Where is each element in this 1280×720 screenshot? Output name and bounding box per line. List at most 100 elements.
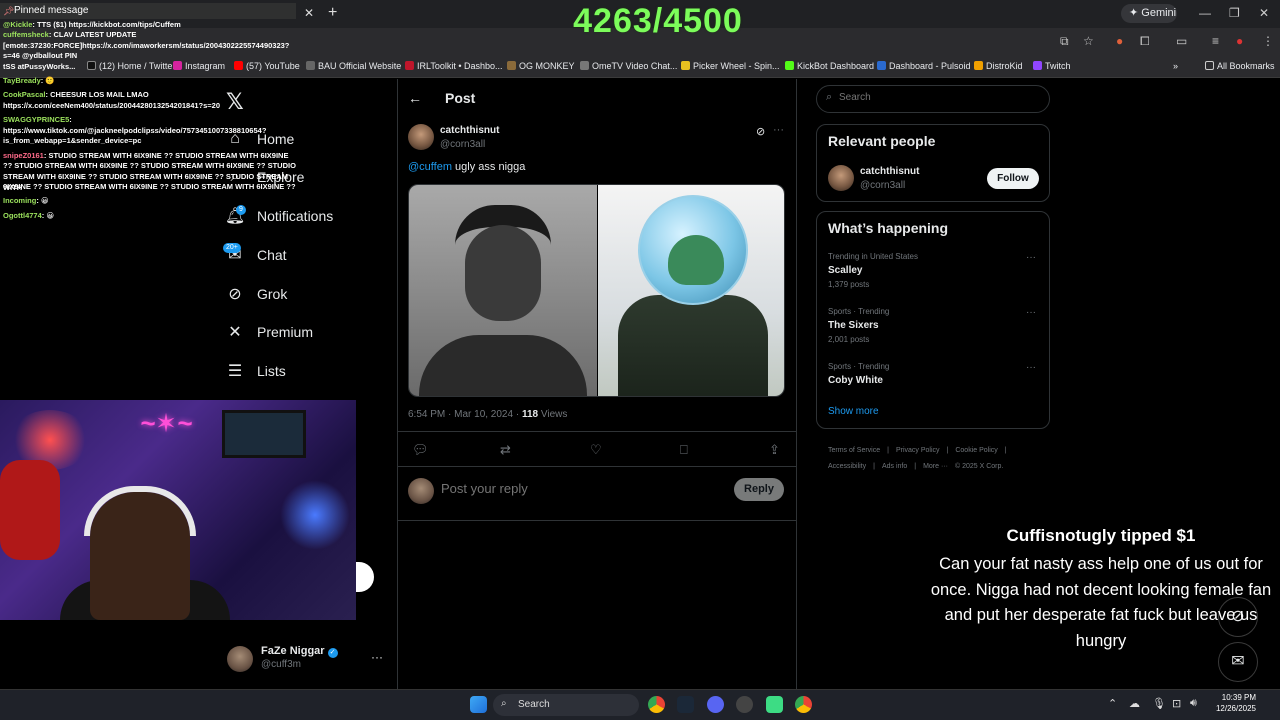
- trend-name[interactable]: Coby White: [828, 375, 883, 386]
- network-icon[interactable]: ⊡: [1172, 697, 1181, 710]
- bookmarks-overflow-icon[interactable]: »: [1173, 61, 1178, 71]
- divider: [398, 466, 796, 467]
- scroll-indicator[interactable]: [356, 562, 374, 592]
- cloud-icon[interactable]: ☁: [1129, 697, 1140, 710]
- volume-icon[interactable]: 🔊︎: [1190, 697, 1197, 710]
- show-more-link[interactable]: Show more: [828, 406, 879, 417]
- mugshot-image[interactable]: [409, 185, 597, 396]
- profile-icon[interactable]: ●: [1236, 34, 1243, 48]
- footer-link[interactable]: Terms of Service: [828, 447, 880, 454]
- windows-start-icon[interactable]: [470, 696, 487, 713]
- person-avatar[interactable]: [828, 165, 854, 191]
- reply-icon[interactable]: 💬︎: [412, 442, 429, 458]
- post-time[interactable]: 6:54 PM · Mar 10, 2024 ·: [408, 409, 522, 420]
- follow-button[interactable]: Follow: [987, 168, 1039, 189]
- cast-icon[interactable]: ⧉: [1060, 34, 1069, 49]
- nav-label: Grok: [257, 286, 288, 302]
- footer-link[interactable]: Ads info: [882, 463, 907, 470]
- like-icon[interactable]: ♡: [590, 442, 602, 458]
- taskbar-clock[interactable]: 10:39 PM 12/26/2025: [1206, 692, 1256, 714]
- more-icon[interactable]: ···: [371, 650, 383, 664]
- search-input[interactable]: [839, 92, 1019, 103]
- chat-text: : TTS ($1) https://kickbot.com/tips/Cuff…: [32, 20, 181, 29]
- reply-input[interactable]: [441, 481, 721, 496]
- webcam-feed: ~✶~: [0, 400, 356, 620]
- discord-icon[interactable]: [707, 696, 724, 713]
- chat-username: Incoming: [3, 196, 37, 205]
- fish-head: [668, 235, 724, 285]
- account-avatar[interactable]: [227, 646, 253, 672]
- bookmark-item[interactable]: KickBot Dashboard: [785, 61, 874, 71]
- bookmark-icon[interactable]: ⎕: [680, 442, 688, 458]
- post-body: ugly ass nigga: [451, 161, 526, 173]
- footer-link[interactable]: More ···: [923, 463, 948, 470]
- share-icon[interactable]: ⇪: [769, 442, 780, 458]
- footer-link[interactable]: Accessibility: [828, 463, 866, 470]
- bookmark-item[interactable]: BAU Official Website: [306, 61, 401, 71]
- more-icon[interactable]: ···: [1026, 252, 1036, 263]
- chat-username: snipeZ0161: [3, 151, 44, 160]
- reply-button[interactable]: Reply: [734, 478, 784, 501]
- mic-icon[interactable]: 🎙︎: [1152, 697, 1166, 710]
- author-name[interactable]: catchthisnut: [440, 125, 499, 136]
- chat-message: is_from_webapp=1&sender_device=pc: [3, 136, 298, 147]
- footer-separator: |: [887, 447, 889, 454]
- chat-text: : 😀: [41, 211, 55, 220]
- footer-link[interactable]: Privacy Policy: [896, 447, 940, 454]
- star-icon[interactable]: ☆: [1083, 34, 1094, 48]
- nav-lists[interactable]: ☰ Lists: [225, 359, 286, 383]
- bookmark-item[interactable]: IRLToolkit • Dashbo...: [405, 61, 503, 71]
- menu-lines-icon[interactable]: ≡: [1212, 34, 1219, 48]
- author-avatar[interactable]: [408, 124, 434, 150]
- chat-message: TayBready: 🙂: [3, 76, 298, 87]
- bookmark-item[interactable]: DistroKid: [974, 61, 1023, 71]
- mention-link[interactable]: @cuffem: [408, 161, 452, 173]
- gemini-button[interactable]: ✦ Gemini: [1121, 4, 1177, 23]
- close-tab-icon[interactable]: ✕: [304, 6, 314, 20]
- more-icon[interactable]: ···: [1026, 307, 1036, 318]
- back-arrow-icon[interactable]: ←: [408, 90, 422, 106]
- post-media[interactable]: [408, 184, 785, 397]
- chrome-icon[interactable]: [648, 696, 665, 713]
- close-window-icon[interactable]: ✕: [1259, 6, 1269, 20]
- bookmark-label: IRLToolkit • Dashbo...: [417, 61, 503, 71]
- more-icon[interactable]: ···: [773, 124, 784, 136]
- bookmark-item[interactable]: OmeTV Video Chat...: [580, 61, 677, 71]
- android-icon[interactable]: [766, 696, 783, 713]
- app-icon[interactable]: [736, 696, 753, 713]
- minimize-icon[interactable]: —: [1199, 6, 1211, 20]
- chat-message: [emote:37230:FORCE]https://x.com/imawork…: [3, 41, 298, 52]
- chat-text: [emote:37230:FORCE]https://x.com/imawork…: [3, 41, 290, 50]
- maximize-icon[interactable]: ❐: [1229, 6, 1240, 20]
- all-bookmarks[interactable]: All Bookmarks: [1205, 61, 1275, 71]
- sidepanel-icon[interactable]: ▭: [1176, 34, 1187, 48]
- puzzle-icon[interactable]: ⧠: [1140, 34, 1150, 49]
- more-icon[interactable]: ···: [1026, 362, 1036, 373]
- nav-premium[interactable]: ✕ Premium: [225, 320, 313, 344]
- astronaut-fish-image[interactable]: [598, 185, 784, 396]
- new-tab-icon[interactable]: +: [328, 4, 337, 22]
- chat-username: TayBready: [3, 76, 41, 85]
- bookmark-item[interactable]: Picker Wheel - Spin...: [681, 61, 780, 71]
- author-handle[interactable]: @corn3all: [440, 139, 485, 150]
- footer-link[interactable]: Cookie Policy: [955, 447, 997, 454]
- account-name[interactable]: FaZe Niggar ✓: [261, 645, 338, 658]
- bookmark-item[interactable]: Twitch: [1033, 61, 1071, 71]
- grok-explain-icon[interactable]: ⊘: [756, 125, 765, 138]
- nav-grok[interactable]: ⊘ Grok: [225, 282, 287, 306]
- chat-message: https://x.com/ceeNem400/status/200442801…: [3, 101, 298, 112]
- bookmark-item[interactable]: Dashboard - Pulsoid: [877, 61, 971, 71]
- bookmark-item[interactable]: OG MONKEY: [507, 61, 575, 71]
- steam-icon[interactable]: [677, 696, 694, 713]
- account-name-text: FaZe Niggar: [261, 645, 325, 657]
- extension-icon[interactable]: ●: [1116, 34, 1123, 48]
- chrome-active-icon[interactable]: [795, 696, 812, 713]
- kebab-menu-icon[interactable]: ⋮: [1262, 34, 1274, 48]
- tray-chevron-icon[interactable]: ⌃: [1108, 697, 1117, 710]
- person-name[interactable]: catchthisnut: [860, 166, 919, 177]
- trend-name[interactable]: Scalley: [828, 265, 862, 276]
- chat-text: : 🙂: [40, 76, 55, 85]
- repost-icon[interactable]: ⇄: [500, 442, 511, 458]
- trend-name[interactable]: The Sixers: [828, 320, 879, 331]
- taskbar-search[interactable]: Search: [493, 694, 639, 716]
